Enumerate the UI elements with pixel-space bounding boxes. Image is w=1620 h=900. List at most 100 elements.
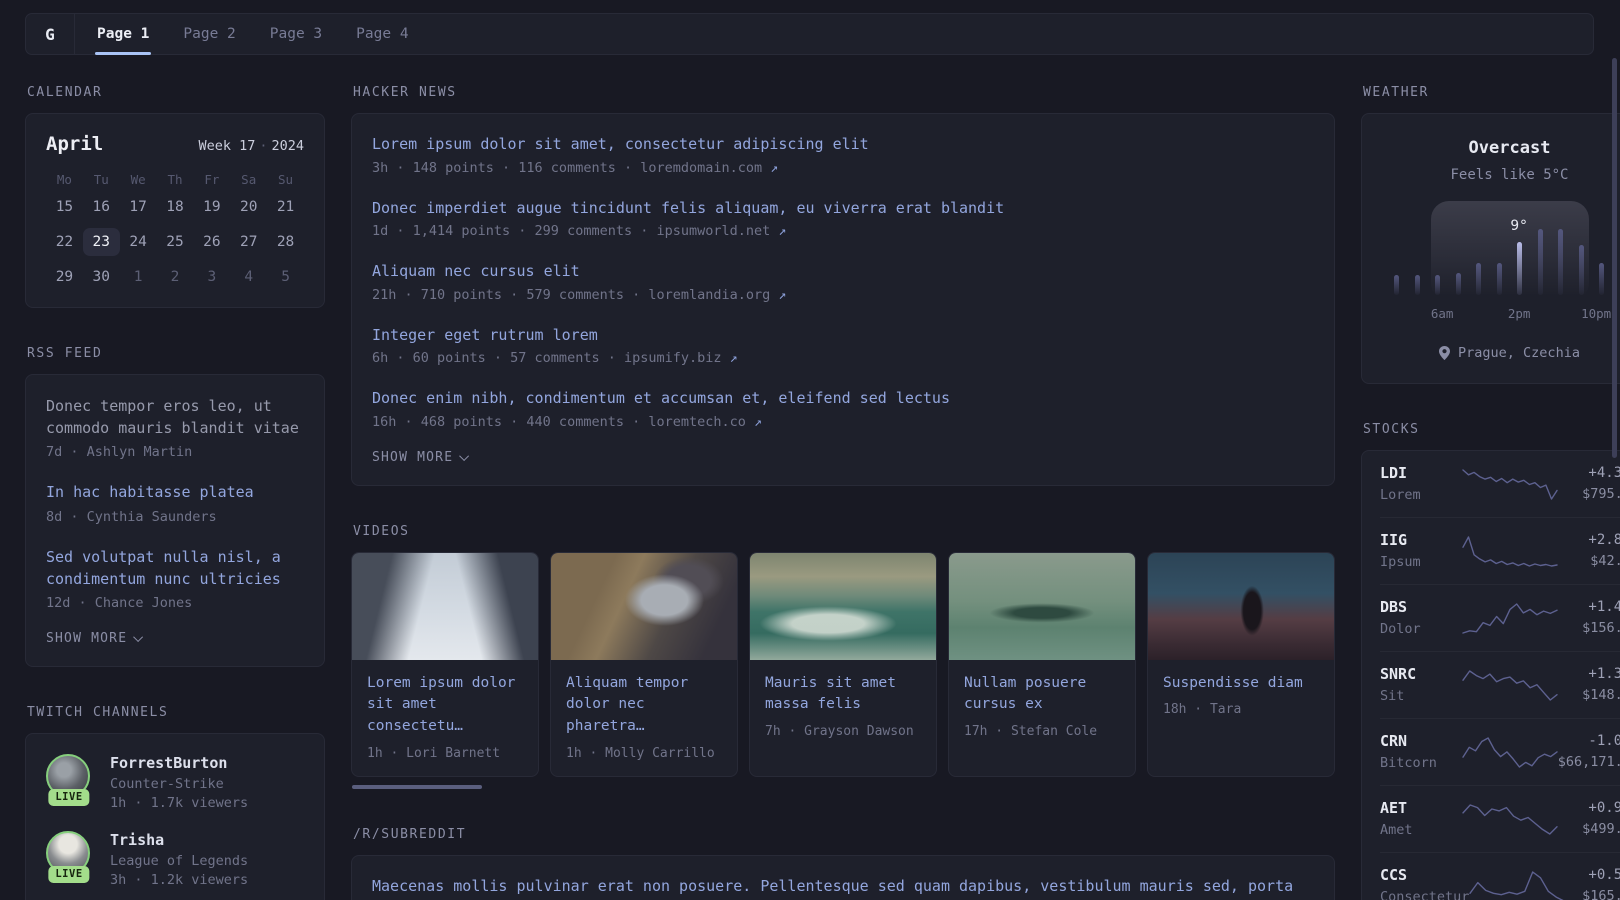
avatar: LIVE [46,753,92,806]
scrollbar-thumb[interactable] [352,784,482,789]
calendar-weekday: Sa [241,172,257,187]
stocks-card: LDI Lorem +4.35% $795.18 IIG Ipsum +2.84… [1361,450,1620,900]
video-title[interactable]: Aliquam tempor dolor nec pharetra… [566,673,722,738]
calendar-day: 20 [239,199,258,215]
video-meta: 7h · Grayson Dawson [765,724,914,739]
stock-row: SNRC Sit +1.36% $148.64 [1380,651,1620,718]
weather-bar-current [1517,242,1523,295]
hn-show-more-button[interactable]: SHOW MORE [372,450,470,465]
stock-symbol: CRN [1380,732,1408,750]
stock-change: +0.92% [1588,800,1620,816]
hn-item-domain[interactable]: ipsumify.biz [624,350,722,366]
calendar-day: 3 [207,269,217,285]
video-thumbnail[interactable] [1148,552,1334,660]
channel-meta: 3h · 1.2k viewers [110,871,249,888]
hackernews-card: Lorem ipsum dolor sit amet, consectetur … [351,113,1335,486]
hn-item-stats: 21h · 710 points · 579 comments · [372,286,649,303]
subreddit-widget: /R/SUBREDDIT Maecenas mollis pulvinar er… [351,827,1335,900]
calendar-day: 4 [244,269,254,285]
stock-name: Ipsum [1380,554,1421,570]
post-title[interactable]: Maecenas mollis pulvinar erat non posuer… [372,875,1314,900]
external-link-icon: ↗ [754,414,762,430]
calendar-day: 19 [203,199,221,215]
hn-item-title[interactable]: Donec enim nibh, condimentum et accumsan… [372,387,1314,410]
video-meta: 18h · Tara [1163,702,1242,718]
live-badge: LIVE [48,865,90,883]
stock-name: Dolor [1380,621,1421,637]
hn-item-meta: 1d · 1,414 points · 299 comments · ipsum… [372,223,1314,239]
weather-bar [1558,229,1564,295]
weather-hourly-chart: 9° [1394,201,1620,301]
rss-card: Donec tempor eros leo, ut commodo mauris… [25,374,325,667]
hn-item-title[interactable]: Integer eget rutrum lorem [372,324,1314,347]
video-card[interactable]: Aliquam tempor dolor nec pharetra… 1h · … [550,551,738,777]
twitch-channel-row[interactable]: LIVE ForrestBurton Counter-Strike 1h · 1… [46,753,304,811]
sparkline-chart [1461,468,1558,500]
calendar-day: 23 [82,228,120,256]
video-title[interactable]: Lorem ipsum dolor sit amet consectetu… [367,673,523,738]
sparkline-chart [1461,535,1558,567]
video-card[interactable]: Lorem ipsum dolor sit amet consectetu… 1… [351,551,539,777]
calendar-weekday: Fr [204,172,220,187]
rss-list: Donec tempor eros leo, ut commodo mauris… [46,395,304,611]
video-card[interactable]: Mauris sit amet massa felis 7h · Grayson… [749,551,937,777]
video-title[interactable]: Suspendisse diam [1163,673,1319,695]
widget-title-stocks: STOCKS [1363,422,1420,437]
stock-change: +4.35% [1588,465,1620,481]
nav-tab[interactable]: Page 1 [95,14,152,55]
channel-name[interactable]: Trisha [110,831,248,849]
top-nav: G Page 1 Page 2 Page 3 Page 4 [25,13,1594,55]
weather-widget: WEATHER Overcast Feels like 5°C 9° 6am 2p… [1361,85,1620,384]
rss-item-meta: 7d · Ashlyn Martin [46,444,193,461]
calendar-day-grid: 15 16 17 18 19 20 21 22 23 24 25 26 27 2… [46,193,304,291]
calendar-day: 21 [276,199,295,215]
video-thumbnail[interactable] [551,552,737,660]
videos-horizontal-scrollbar[interactable] [351,784,1335,789]
hn-item-domain[interactable]: loremtech.co [648,414,746,430]
middle-column: HACKER NEWS Lorem ipsum dolor sit amet, … [351,85,1335,900]
subreddit-card: Maecenas mollis pulvinar erat non posuer… [351,854,1335,900]
calendar-day: 24 [129,234,147,250]
sparkline-chart [1461,669,1558,701]
live-badge: LIVE [48,788,90,806]
rss-item-title[interactable]: In hac habitasse platea [46,481,304,503]
weather-time-label: 10pm [1581,306,1612,321]
rss-item-title[interactable]: Donec tempor eros leo, ut commodo mauris… [46,395,304,439]
video-card[interactable]: Suspendisse diam 18h · Tara [1147,551,1335,777]
channel-meta: 1h · 1.7k viewers [110,794,249,811]
video-title[interactable]: Nullam posuere cursus ex [964,673,1120,717]
hn-item-domain[interactable]: loremdomain.com [640,160,762,176]
nav-tab[interactable]: Page 4 [354,14,410,54]
video-card[interactable]: Nullam posuere cursus ex 17h · Stefan Co… [948,551,1136,777]
left-column: CALENDAR April Week 17 · 2024 Mo Tu We Th … [25,85,325,900]
hn-item: Lorem ipsum dolor sit amet, consectetur … [372,133,1314,176]
calendar-day: 2 [170,269,180,285]
calendar-weekday: Th [167,172,183,187]
stock-symbol: AET [1380,799,1408,817]
stock-name: Bitcorn [1380,755,1437,771]
widget-title-hackernews: HACKER NEWS [353,85,457,100]
video-thumbnail[interactable] [750,552,936,660]
stock-symbol: DBS [1380,598,1408,616]
hn-item-domain[interactable]: loremlandia.org [648,287,770,303]
nav-tab[interactable]: Page 3 [268,14,324,54]
rss-item-meta: 12d · Chance Jones [46,594,193,611]
nav-tab[interactable]: Page 2 [181,14,237,54]
stock-row: AET Amet +0.92% $499.72 [1380,785,1620,852]
weather-time-label: 2pm [1507,306,1531,321]
rss-show-more-button[interactable]: SHOW MORE [46,631,144,646]
page-vertical-scrollbar-thumb[interactable] [1612,58,1617,458]
location-pin-icon [1439,346,1451,360]
hn-item-domain[interactable]: ipsumworld.net [656,223,770,239]
rss-item-title[interactable]: Sed volutpat nulla nisl, a condimentum n… [46,546,304,590]
hn-item-title[interactable]: Lorem ipsum dolor sit amet, consectetur … [372,133,1314,156]
video-title[interactable]: Mauris sit amet massa felis [765,673,921,717]
hn-item-title[interactable]: Donec imperdiet augue tincidunt felis al… [372,197,1314,220]
hn-item-title[interactable]: Aliquam nec cursus elit [372,260,1314,283]
channel-name[interactable]: ForrestBurton [110,754,248,772]
app-logo[interactable]: G [26,14,75,54]
video-thumbnail[interactable] [949,552,1135,660]
twitch-channel-row[interactable]: LIVE Trisha League of Legends 3h · 1.2k … [46,830,304,888]
video-thumbnail[interactable] [352,552,538,660]
hn-item-meta: 3h · 148 points · 116 comments · loremdo… [372,160,1314,176]
